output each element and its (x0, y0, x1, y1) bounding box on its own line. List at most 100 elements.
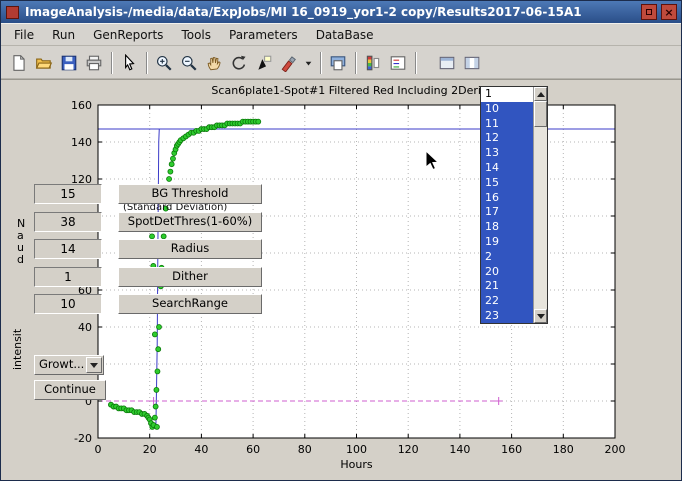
list-item[interactable]: 14 (481, 161, 533, 176)
mouse-cursor (425, 150, 445, 172)
svg-text:120: 120 (398, 443, 419, 456)
show-plot-tools-icon (463, 54, 481, 72)
zoom-in-button[interactable] (152, 51, 176, 75)
close-button[interactable]: × (661, 4, 677, 20)
menu-parameters[interactable]: Parameters (220, 25, 307, 45)
bg-threshold-value-field[interactable]: 15 (34, 184, 102, 204)
svg-text:0: 0 (95, 443, 102, 456)
svg-text:160: 160 (71, 99, 92, 112)
spotdetthres-1-60-button[interactable]: SpotDetThres(1-60%) (118, 212, 262, 232)
plot-axes: 020406080100120140160180200-200204060801… (1, 80, 682, 481)
bg-threshold-button[interactable]: BG Threshold (118, 184, 262, 204)
print-preview-button[interactable] (326, 51, 350, 75)
radius-button[interactable]: Radius (118, 239, 262, 259)
save-figure-icon (60, 54, 78, 72)
open-file-icon (35, 54, 53, 72)
searchrange-value-field[interactable]: 10 (34, 294, 102, 314)
insert-legend-button[interactable] (386, 51, 410, 75)
svg-text:20: 20 (143, 443, 157, 456)
svg-text:160: 160 (501, 443, 522, 456)
searchrange-button[interactable]: SearchRange (118, 294, 262, 314)
rotate-3d-icon (230, 54, 248, 72)
list-item[interactable]: 12 (481, 131, 533, 146)
hide-plot-tools-button[interactable] (435, 51, 459, 75)
svg-text:intensit: intensit (11, 328, 24, 370)
dither-button[interactable]: Dither (118, 267, 262, 287)
list-item[interactable]: 18 (481, 220, 533, 235)
list-item[interactable]: 17 (481, 205, 533, 220)
scroll-up-icon (537, 92, 545, 97)
rotate-3d-button[interactable] (227, 51, 251, 75)
svg-text:100: 100 (346, 443, 367, 456)
edit-plot-pointer-button[interactable] (117, 51, 141, 75)
menu-file[interactable]: File (5, 25, 43, 45)
growth-dropdown-button[interactable] (86, 357, 102, 373)
edit-plot-pointer-icon (120, 54, 138, 72)
figure-canvas: 020406080100120140160180200-200204060801… (1, 79, 681, 480)
pan-hand-icon (205, 54, 223, 72)
print-figure-button[interactable] (82, 51, 106, 75)
continue-button[interactable]: Continue (34, 380, 106, 400)
list-item[interactable]: 1 (481, 87, 533, 102)
brush-button[interactable] (277, 51, 301, 75)
window-menu-icon[interactable] (6, 6, 19, 19)
brush-menu-arrow-icon (302, 54, 315, 72)
app-window: ImageAnalysis-/media/data/ExpJobs/MI 16_… (0, 0, 682, 481)
toolbar-separator (415, 52, 417, 74)
toolbar-separator (320, 52, 322, 74)
data-cursor-button[interactable] (252, 51, 276, 75)
spotdetthres-1-60-value-field[interactable]: 38 (34, 212, 102, 232)
svg-text:Scan6plate1-Spot#1 Filtered Re: Scan6plate1-Spot#1 Filtered Red Includin… (211, 84, 501, 97)
list-item[interactable]: 20 (481, 265, 533, 280)
insert-colorbar-icon (364, 54, 382, 72)
value-listbox[interactable]: 110111213141516171819220212223 (480, 86, 548, 324)
menu-genreports[interactable]: GenReports (84, 25, 172, 45)
list-item[interactable]: 11 (481, 117, 533, 132)
list-item[interactable]: 23 (481, 309, 533, 323)
save-figure-button[interactable] (57, 51, 81, 75)
minimize-button[interactable] (641, 4, 657, 20)
zoom-out-button[interactable] (177, 51, 201, 75)
show-plot-tools-button[interactable] (460, 51, 484, 75)
data-cursor-icon (255, 54, 273, 72)
menu-run[interactable]: Run (43, 25, 84, 45)
insert-colorbar-button[interactable] (361, 51, 385, 75)
scroll-down-button[interactable] (534, 309, 547, 323)
list-item[interactable]: 2 (481, 250, 533, 265)
toolbar-separator (146, 52, 148, 74)
toolbar (1, 47, 681, 79)
new-figure-button[interactable] (7, 51, 31, 75)
dither-value-field[interactable]: 1 (34, 267, 102, 287)
open-file-button[interactable] (32, 51, 56, 75)
list-item[interactable]: 22 (481, 294, 533, 309)
list-item[interactable]: 13 (481, 146, 533, 161)
menu-bar: FileRunGenReportsToolsParametersDataBase (1, 23, 681, 46)
title-bar[interactable]: ImageAnalysis-/media/data/ExpJobs/MI 16_… (1, 1, 681, 23)
growth-dropdown[interactable]: Growt... (34, 355, 104, 375)
zoom-out-icon (180, 54, 198, 72)
hide-plot-tools-icon (438, 54, 456, 72)
list-item[interactable]: 15 (481, 176, 533, 191)
menu-tools[interactable]: Tools (172, 25, 220, 45)
pan-hand-button[interactable] (202, 51, 226, 75)
close-icon: × (664, 7, 673, 18)
insert-legend-icon (389, 54, 407, 72)
list-item[interactable]: 10 (481, 102, 533, 117)
toolbar-separator (111, 52, 113, 74)
scrollbar-thumb[interactable] (534, 101, 547, 127)
svg-text:-20: -20 (74, 432, 92, 445)
list-item[interactable]: 19 (481, 235, 533, 250)
listbox-scrollbar[interactable] (533, 87, 547, 323)
brush-menu-arrow-button[interactable] (302, 51, 315, 75)
menu-database[interactable]: DataBase (307, 25, 383, 45)
window-title: ImageAnalysis-/media/data/ExpJobs/MI 16_… (25, 5, 641, 19)
list-item[interactable]: 21 (481, 279, 533, 294)
svg-text:80: 80 (298, 443, 312, 456)
scroll-up-button[interactable] (534, 87, 547, 101)
scrollbar-track[interactable] (534, 101, 547, 309)
svg-text:Hours: Hours (340, 458, 372, 471)
radius-value-field[interactable]: 14 (34, 239, 102, 259)
svg-text:60: 60 (246, 443, 260, 456)
toolbar-separator (355, 52, 357, 74)
list-item[interactable]: 16 (481, 191, 533, 206)
